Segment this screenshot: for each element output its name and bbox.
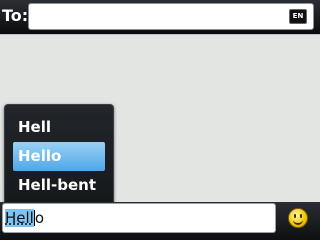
smiley-icon[interactable] bbox=[288, 208, 308, 228]
suggestion-item-hell[interactable]: Hell bbox=[13, 113, 105, 142]
compose-highlighted-text: Hell bbox=[5, 209, 34, 227]
suggestion-item-hell-bent[interactable]: Hell-bent bbox=[13, 171, 105, 200]
suggestion-item-hello[interactable]: Hello bbox=[13, 142, 105, 171]
compose-input[interactable]: Hello bbox=[2, 203, 276, 233]
smiley-mouth bbox=[293, 218, 303, 225]
language-badge[interactable]: EN bbox=[289, 9, 307, 24]
autocomplete-popup: Hell Hello Hell-bent bbox=[4, 104, 114, 210]
top-bar: To: EN bbox=[0, 0, 320, 34]
to-label: To: bbox=[2, 6, 29, 25]
to-field[interactable]: EN bbox=[28, 3, 314, 30]
bottom-bar: Hello bbox=[0, 202, 320, 240]
compose-trailing-text: o bbox=[34, 209, 45, 227]
